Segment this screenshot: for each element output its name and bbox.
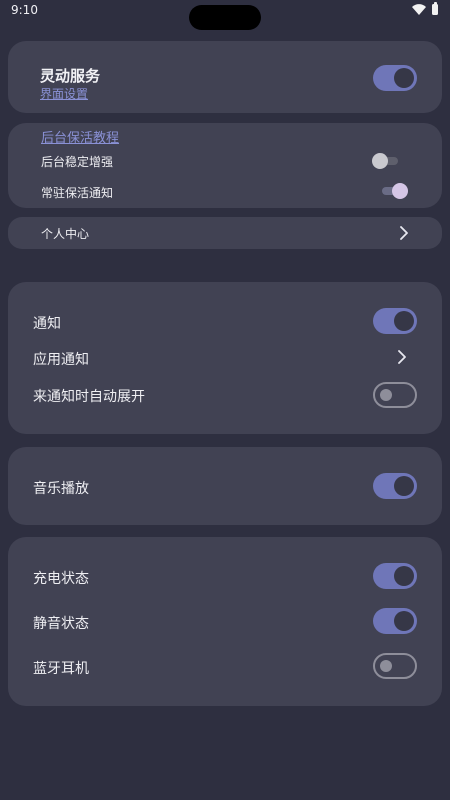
bluetooth-label: 蓝牙耳机 — [33, 661, 89, 677]
mute-label: 静音状态 — [33, 616, 89, 632]
chevron-right-icon — [398, 350, 406, 364]
stable-enhance-switch[interactable] — [372, 153, 400, 169]
app-notify-label: 应用通知 — [33, 352, 89, 368]
camera-cutout — [189, 5, 261, 30]
music-card: 音乐播放 — [8, 447, 442, 525]
status-card: 充电状态 静音状态 蓝牙耳机 — [8, 537, 442, 706]
service-card: 灵动服务 界面设置 — [8, 41, 442, 113]
charging-toggle[interactable] — [373, 563, 417, 589]
notify-toggle[interactable] — [373, 308, 417, 334]
battery-icon — [432, 2, 438, 15]
chevron-right-icon — [400, 226, 408, 240]
auto-expand-label: 来通知时自动展开 — [33, 389, 145, 405]
wifi-icon — [412, 4, 426, 15]
notification-card: 通知 应用通知 来通知时自动展开 — [8, 282, 442, 434]
profile-label: 个人中心 — [41, 227, 90, 241]
music-label: 音乐播放 — [33, 481, 89, 497]
auto-expand-toggle[interactable] — [373, 382, 417, 408]
status-time: 9:10 — [11, 3, 38, 17]
service-title: 灵动服务 — [40, 67, 101, 85]
profile-row[interactable]: 个人中心 — [8, 217, 442, 249]
status-bar: 9:10 — [0, 0, 450, 30]
music-toggle[interactable] — [373, 473, 417, 499]
bluetooth-toggle[interactable] — [373, 653, 417, 679]
status-icons — [412, 2, 438, 15]
notify-label: 通知 — [33, 316, 61, 332]
resident-notify-switch[interactable] — [380, 183, 408, 199]
app-notify-row[interactable]: 应用通知 — [8, 342, 442, 372]
mute-toggle[interactable] — [373, 608, 417, 634]
interface-settings-link[interactable]: 界面设置 — [40, 85, 88, 102]
resident-notify-label: 常驻保活通知 — [41, 186, 114, 200]
background-card: 后台保活教程 后台稳定增强 常驻保活通知 — [8, 123, 442, 208]
charging-label: 充电状态 — [33, 571, 89, 587]
service-toggle[interactable] — [373, 65, 417, 91]
keepalive-tutorial-link[interactable]: 后台保活教程 — [41, 127, 119, 146]
stable-enhance-label: 后台稳定增强 — [41, 155, 114, 169]
